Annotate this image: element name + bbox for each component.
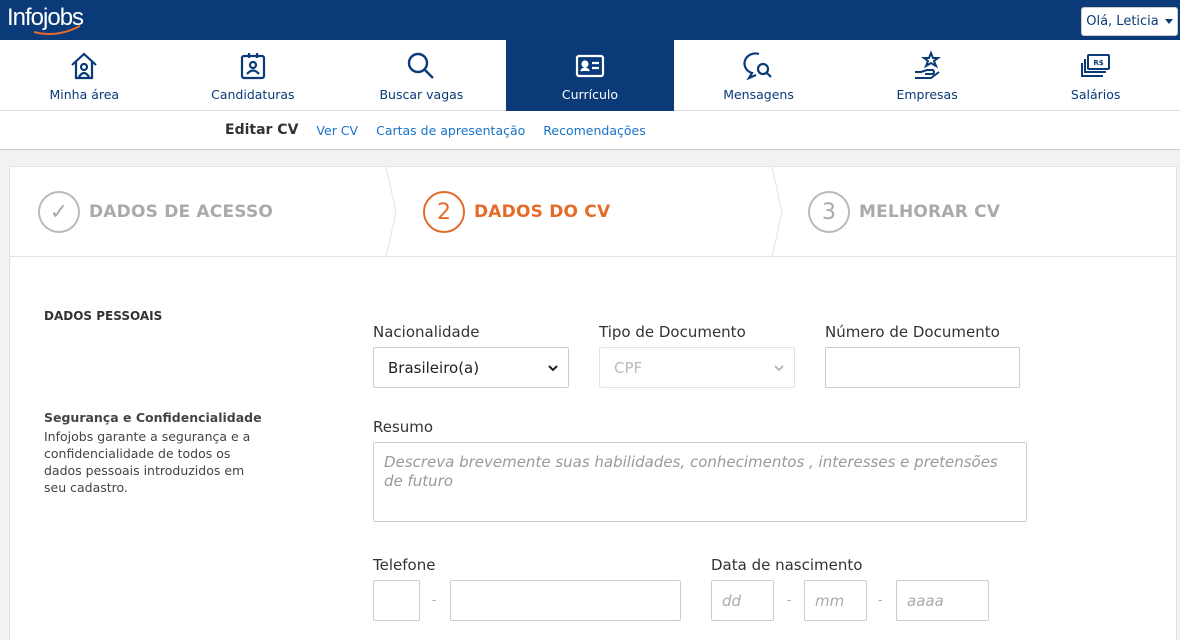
step-dados-do-cv[interactable]: 2 DADOS DO CV — [423, 167, 610, 257]
nav-label: Mensagens — [723, 87, 794, 102]
nav-label: Buscar vagas — [379, 87, 464, 102]
tipo-documento-value: CPF — [614, 358, 643, 377]
hand-star-icon — [915, 50, 942, 79]
nav-item-empresas[interactable]: Empresas — [843, 40, 1012, 110]
telefone-ddd-input[interactable] — [373, 580, 420, 621]
telefone-separator: - — [432, 593, 437, 607]
nacionalidade-label: Nacionalidade — [373, 323, 480, 341]
telefone-number-input[interactable] — [450, 580, 681, 621]
search-icon — [408, 52, 435, 79]
subnav-link-cartas[interactable]: Cartas de apresentação — [376, 123, 525, 138]
birth-year-input[interactable]: aaaa — [896, 580, 989, 621]
nav-item-candidaturas[interactable]: Candidaturas — [169, 40, 338, 110]
badge-icon — [240, 53, 265, 80]
caret-down-icon — [1164, 19, 1173, 24]
resumo-textarea[interactable]: Descreva brevemente suas habilidades, co… — [373, 442, 1027, 522]
cv-form-card: ✓ DADOS DE ACESSO 2 DADOS DO CV 3 MELHOR… — [9, 166, 1177, 640]
chevron-down-icon — [548, 364, 558, 371]
check-icon: ✓ — [38, 191, 80, 233]
nav-label: Minha área — [49, 87, 120, 102]
nav-label: Currículo — [561, 87, 619, 102]
telefone-label: Telefone — [373, 556, 436, 574]
security-heading: Segurança e Confidencialidade — [44, 410, 262, 425]
money-icon: R$ — [1080, 54, 1110, 77]
date-separator: - — [787, 593, 792, 607]
step-number: 3 — [808, 191, 850, 233]
top-bar: Infojobs Olá, Leticia — [0, 0, 1180, 40]
nav-label: Empresas — [896, 87, 958, 102]
home-icon — [71, 52, 98, 80]
step-divider — [772, 167, 783, 257]
step-label: DADOS DE ACESSO — [89, 202, 274, 222]
money-icon-text: R$ — [1093, 59, 1103, 67]
security-text: Infojobs garante a segurança e a confide… — [44, 429, 251, 495]
tipo-documento-label: Tipo de Documento — [599, 323, 746, 341]
nav-item-buscar-vagas[interactable]: Buscar vagas — [337, 40, 506, 110]
step-label: MELHORAR CV — [859, 202, 1001, 222]
progress-steps: ✓ DADOS DE ACESSO 2 DADOS DO CV 3 MELHOR… — [10, 167, 1176, 257]
step-label: DADOS DO CV — [474, 202, 611, 222]
subnav-link-ver-cv[interactable]: Ver CV — [316, 123, 358, 138]
logo-swoosh-icon — [33, 25, 81, 35]
subnav-link-recomendacoes[interactable]: Recomendações — [543, 123, 645, 138]
birth-month-input[interactable]: mm — [804, 580, 867, 621]
numero-documento-label: Número de Documento — [825, 323, 1000, 341]
step-number: 2 — [423, 191, 465, 233]
nacionalidade-value: Brasileiro(a) — [388, 358, 480, 377]
nav-item-salarios[interactable]: R$ Salários — [1011, 40, 1180, 110]
user-greeting: Olá, Leticia — [1086, 14, 1159, 29]
nav-label: Candidaturas — [211, 87, 295, 102]
id-card-icon — [575, 54, 605, 78]
resumo-label: Resumo — [373, 418, 434, 436]
step-melhorar-cv[interactable]: 3 MELHORAR CV — [808, 167, 1000, 257]
step-dados-de-acesso[interactable]: ✓ DADOS DE ACESSO — [38, 167, 273, 257]
user-menu-button[interactable]: Olá, Leticia — [1081, 7, 1178, 36]
subnav-current: Editar CV — [225, 122, 299, 138]
numero-documento-input[interactable] — [825, 347, 1020, 388]
section-title: DADOS PESSOAIS — [44, 309, 163, 323]
data-nascimento-label: Data de nascimento — [711, 556, 863, 574]
date-separator: - — [878, 593, 883, 607]
nacionalidade-select[interactable]: Brasileiro(a) — [373, 347, 569, 388]
nav-item-minha-area[interactable]: Minha área — [0, 40, 169, 110]
birth-day-input[interactable]: dd — [711, 580, 774, 621]
step-divider — [386, 167, 397, 257]
nav-item-mensagens[interactable]: Mensagens — [674, 40, 843, 110]
chevron-down-icon — [774, 364, 784, 371]
chat-search-icon — [742, 52, 772, 81]
nav-item-curriculo[interactable]: Currículo — [505, 40, 675, 111]
tipo-documento-select[interactable]: CPF — [599, 347, 795, 388]
sub-nav: Editar CV Ver CV Cartas de apresentação … — [0, 111, 1180, 150]
nav-label: Salários — [1070, 87, 1121, 102]
main-nav: Minha área Candidaturas Buscar vagas Cur… — [0, 40, 1180, 111]
